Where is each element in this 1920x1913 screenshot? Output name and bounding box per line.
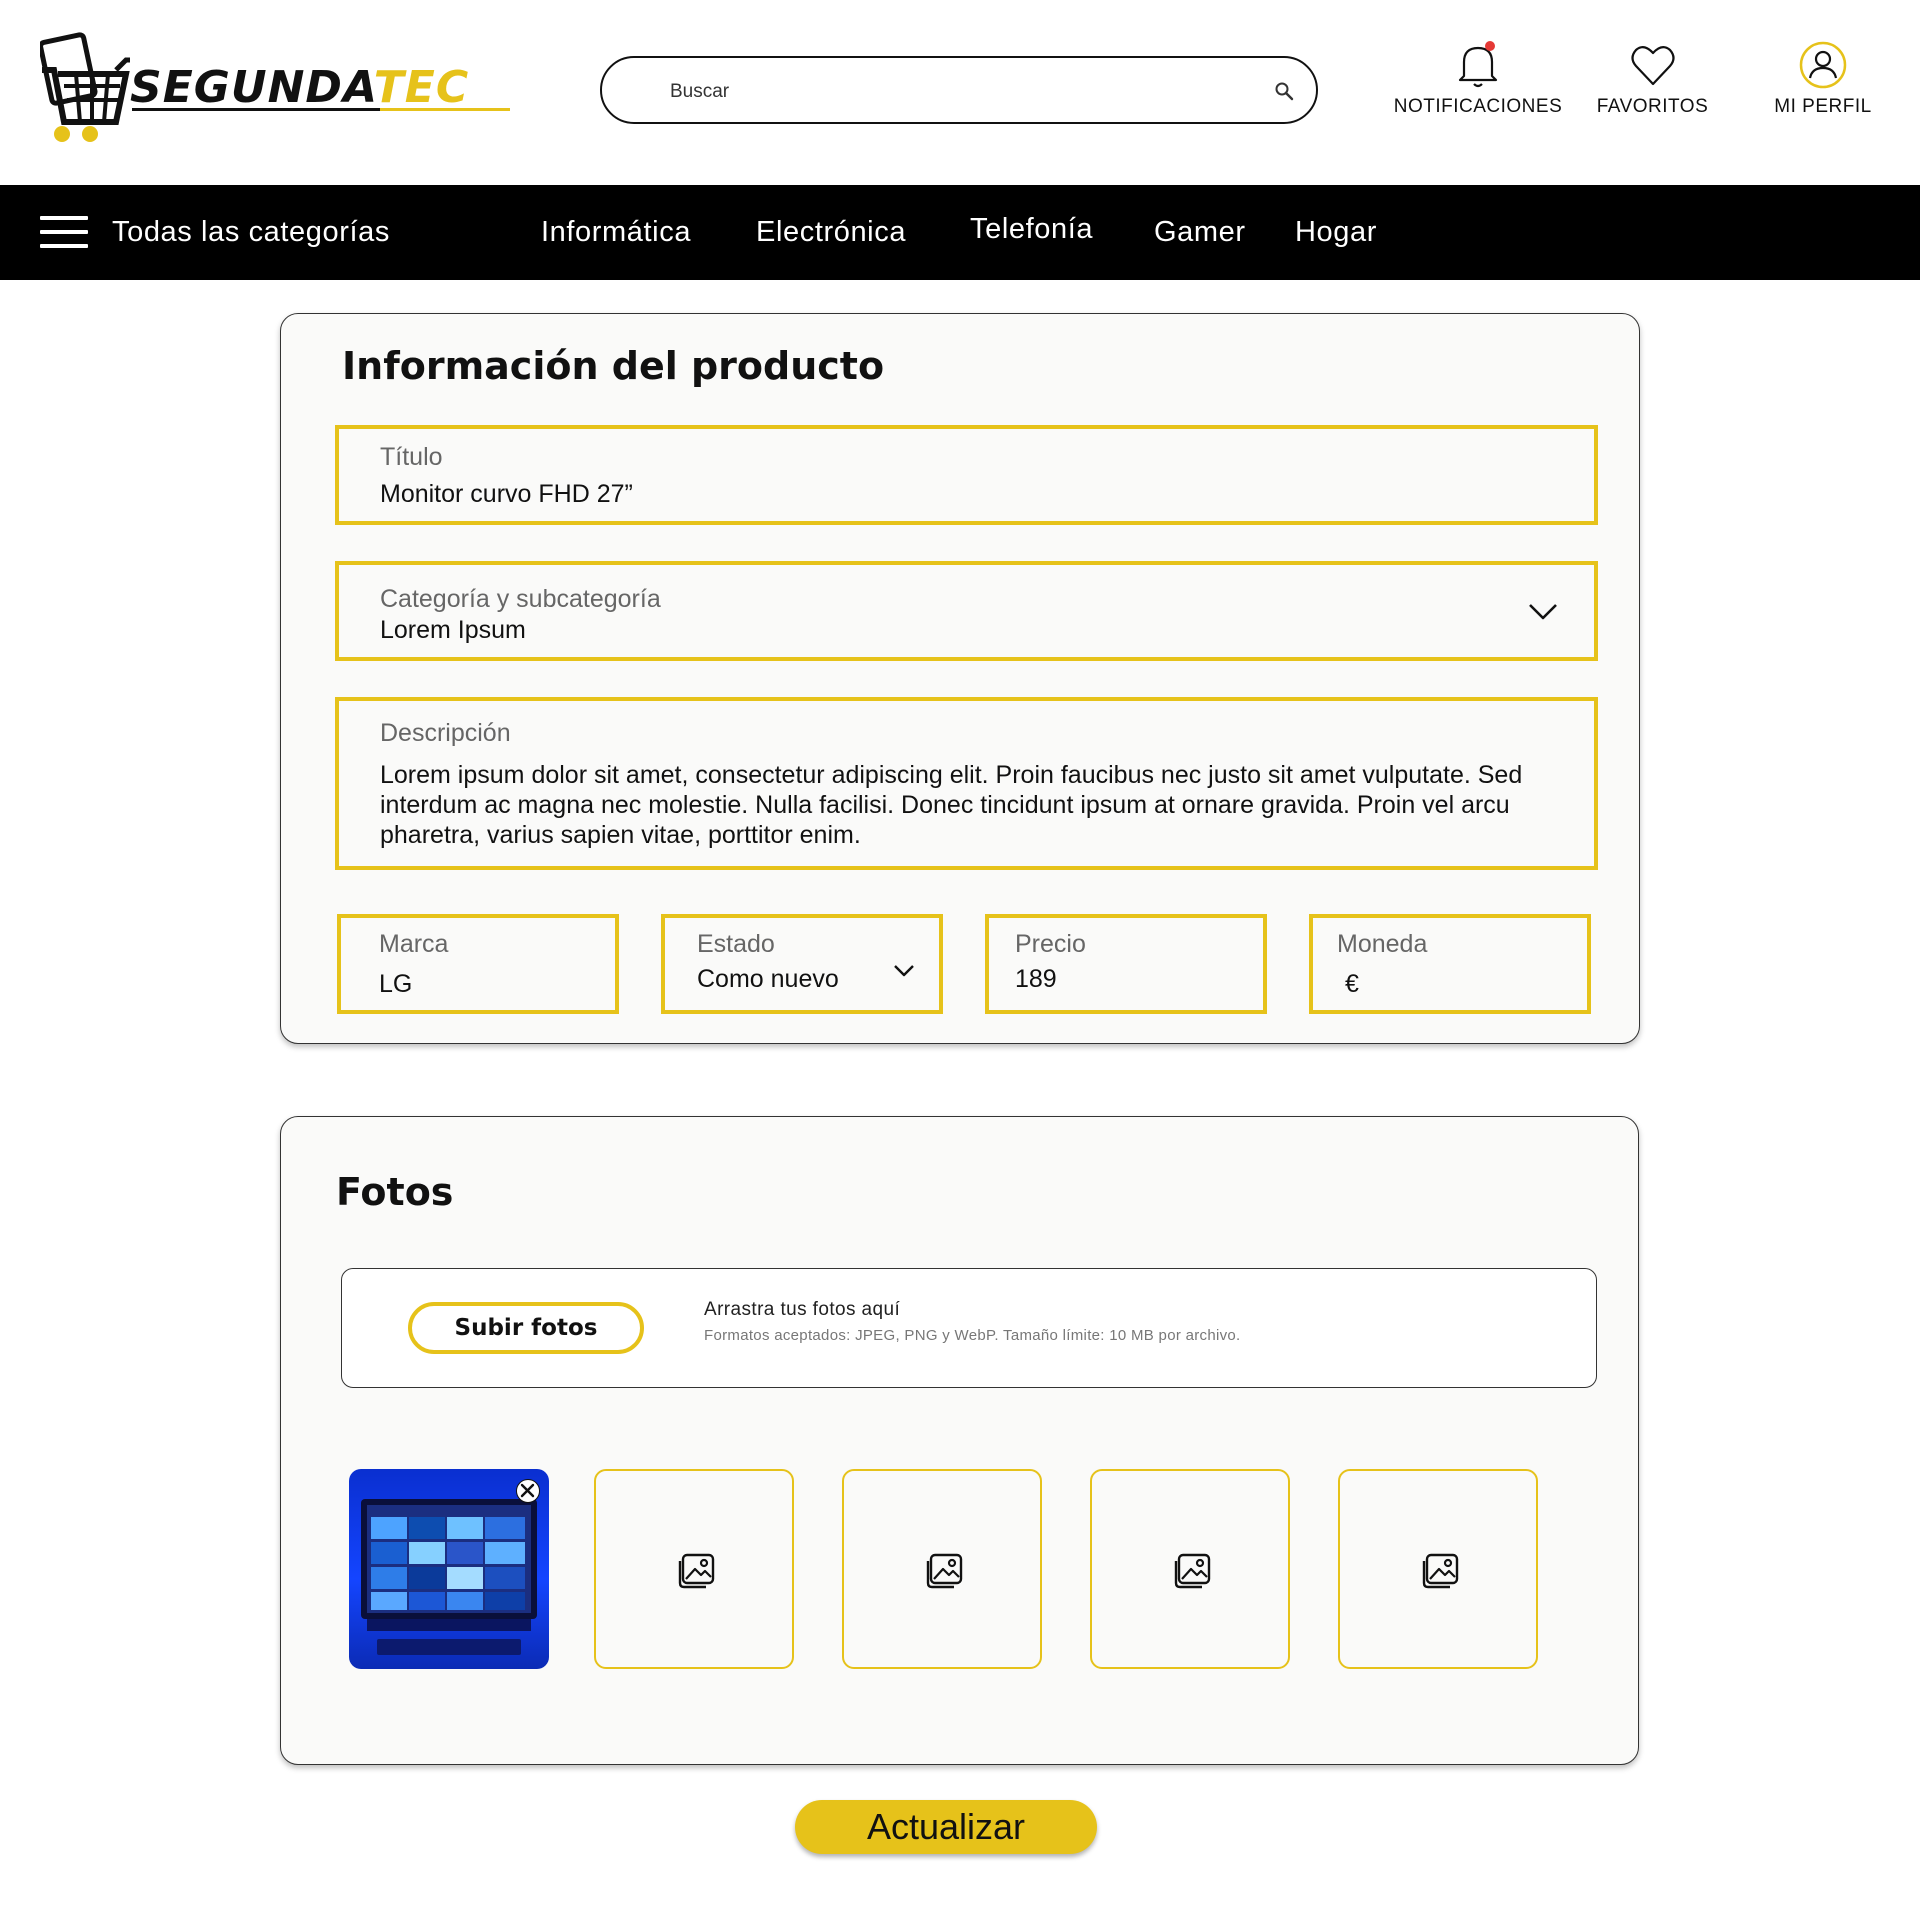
search-input[interactable] [668,76,1232,108]
category-select[interactable]: Categoría y subcategoría Lorem Ipsum [335,561,1598,661]
search-icon[interactable] [1274,81,1294,101]
update-button[interactable]: Actualizar [795,1800,1097,1854]
brand-value[interactable]: LG [379,970,412,999]
photo-slot[interactable] [1338,1469,1538,1669]
category-label: Categoría y subcategoría [380,585,661,613]
nav-all-categories[interactable]: Todas las categorías [112,185,390,280]
logo[interactable]: SEGUNDATEC [40,30,510,150]
heart-icon [1630,46,1675,86]
category-value: Lorem Ipsum [380,616,526,644]
chevron-down-icon[interactable] [1528,603,1558,621]
profile-button[interactable]: MI PERFIL [1768,40,1878,118]
description-value[interactable]: Lorem ipsum dolor sit amet, consectetur … [380,760,1554,850]
condition-label: Estado [697,930,775,958]
nav-item-telefonia[interactable]: Telefonía [970,182,1093,277]
brand-underline-accent [380,108,510,111]
title-value[interactable]: Monitor curvo FHD 27” [380,480,633,509]
image-placeholder-icon [926,1553,963,1589]
nav-item-hogar[interactable]: Hogar [1295,185,1377,280]
remove-photo-button[interactable] [516,1479,540,1503]
currency-label: Moneda [1337,930,1428,958]
description-field[interactable]: Descripción Lorem ipsum dolor sit amet, … [335,697,1598,870]
bell-icon [1458,41,1498,88]
nav-item-informatica[interactable]: Informática [541,185,691,280]
close-icon [520,1483,535,1498]
photos-title: Fotos [336,1170,454,1214]
photo-slot[interactable] [594,1469,794,1669]
photo-thumbnail[interactable] [349,1469,549,1669]
notifications-button[interactable]: NOTIFICACIONES [1393,40,1563,118]
image-placeholder-icon [1422,1553,1459,1589]
brand-label: Marca [379,930,449,958]
currency-field[interactable]: Moneda € [1309,914,1591,1014]
price-field[interactable]: Precio 189 [985,914,1267,1014]
favorites-button[interactable]: FAVORITOS [1590,40,1715,118]
dropzone-hint: Formatos aceptados: JPEG, PNG y WebP. Ta… [704,1327,1241,1344]
brand-accent: TEC [373,62,470,113]
cart-logo-icon [40,32,130,142]
chevron-down-icon[interactable] [893,964,915,978]
user-icon [1799,41,1847,89]
search-bar[interactable] [600,56,1318,124]
description-label: Descripción [380,719,511,747]
product-info-title: Información del producto [342,344,885,388]
title-field[interactable]: Título Monitor curvo FHD 27” [335,425,1598,525]
notifications-label: NOTIFICACIONES [1393,96,1563,117]
brand-main: SEGUNDA [130,62,374,113]
upload-photos-button[interactable]: Subir fotos [408,1302,644,1354]
brand-field[interactable]: Marca LG [337,914,619,1014]
dropzone-title: Arrastra tus fotos aquí [704,1299,901,1320]
condition-select[interactable]: Estado Como nuevo [661,914,943,1014]
title-label: Título [380,443,443,471]
photo-slot[interactable] [1090,1469,1290,1669]
price-value[interactable]: 189 [1015,965,1057,994]
menu-icon[interactable] [40,216,88,250]
photo-slot[interactable] [842,1469,1042,1669]
nav-item-gamer[interactable]: Gamer [1154,185,1246,280]
favorites-label: FAVORITOS [1596,96,1709,117]
price-label: Precio [1015,930,1086,958]
header: SEGUNDATEC NOTIFICACIONES FAVORITOS M [0,0,1920,185]
currency-value[interactable]: € [1345,970,1359,999]
image-placeholder-icon [1174,1553,1211,1589]
image-placeholder-icon [678,1553,715,1589]
category-nav: Todas las categorías Informática Electró… [0,185,1920,280]
condition-value: Como nuevo [697,965,839,993]
profile-label: MI PERFIL [1774,96,1872,117]
nav-item-electronica[interactable]: Electrónica [756,185,906,280]
